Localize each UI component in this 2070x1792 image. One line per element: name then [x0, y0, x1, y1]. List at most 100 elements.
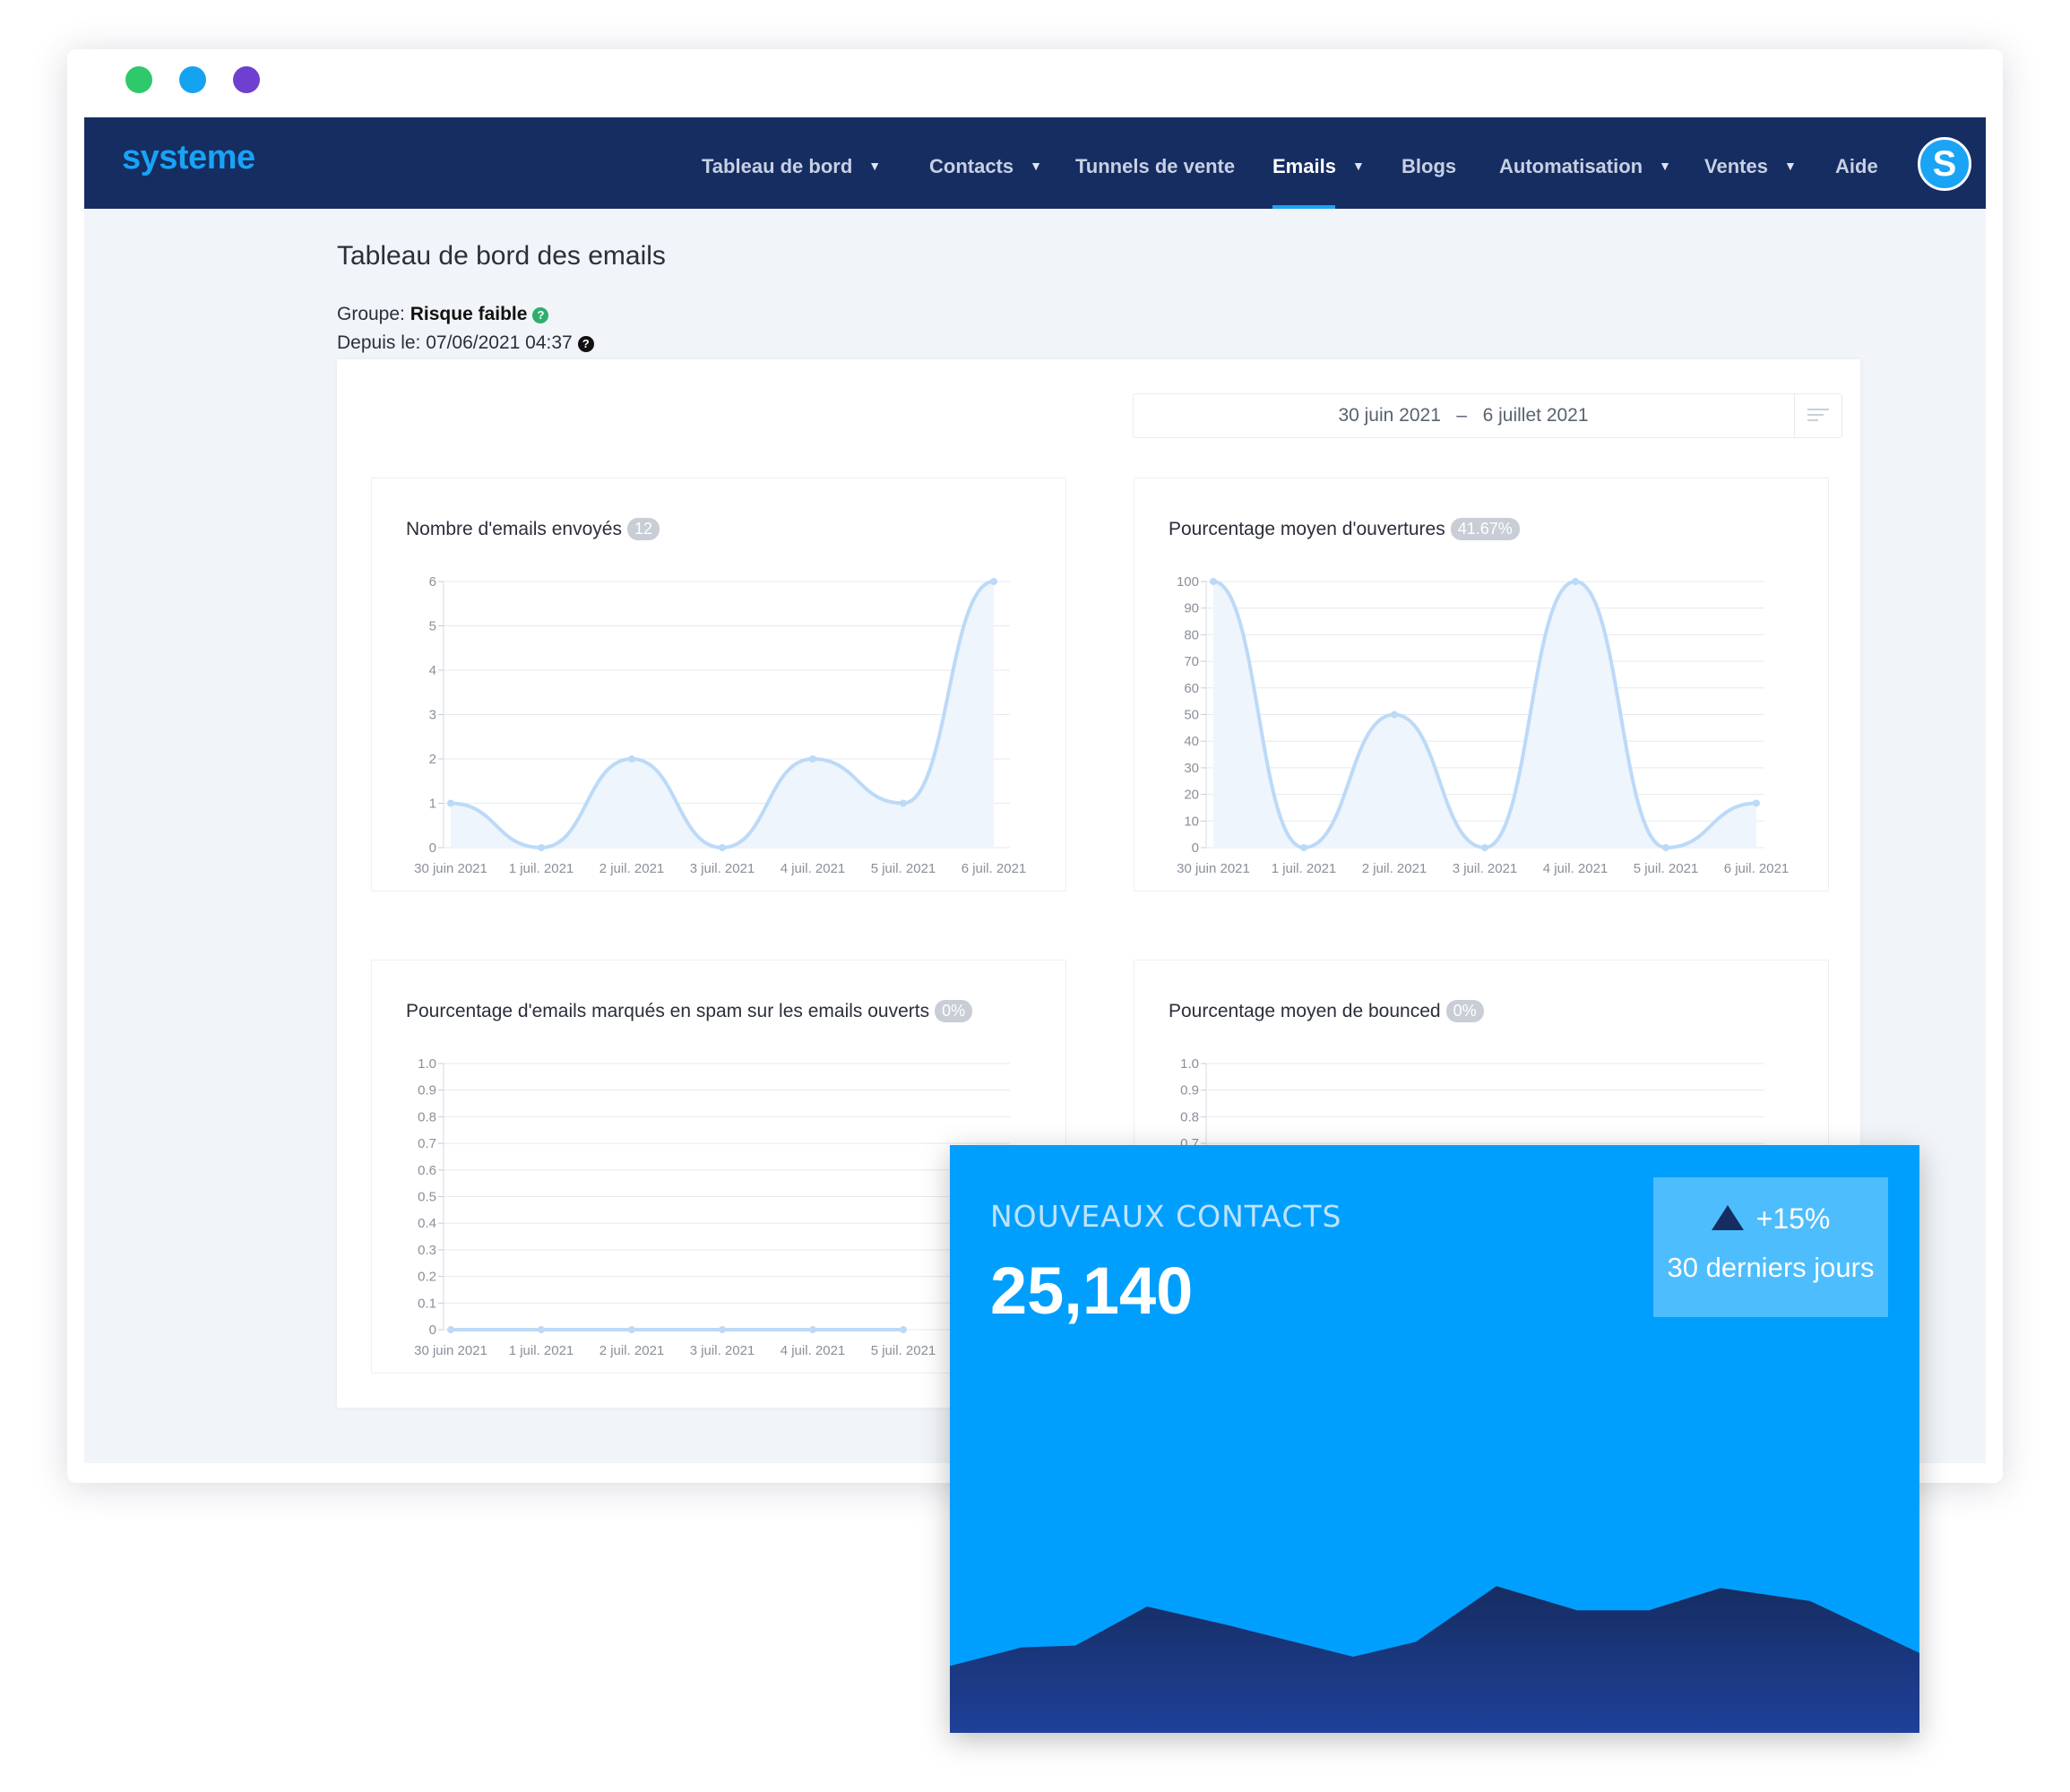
- nav-item-ventes[interactable]: Ventes ▼: [1704, 155, 1797, 178]
- emails-sent-chart: 0 1 2 3 4 5 6 30 juin 2021 1 juil. 2021 2 juil. 2…: [414, 574, 1027, 876]
- y-tick-label: 0.3: [418, 1243, 436, 1258]
- x-tick-label: 5 juil. 2021: [1634, 861, 1699, 876]
- x-tick-label: 1 juil. 2021: [1272, 861, 1337, 876]
- x-tick-label: 1 juil. 2021: [509, 861, 574, 876]
- date-separator: –: [1456, 405, 1468, 426]
- data-point: [719, 844, 726, 851]
- x-tick-label: 1 juil. 2021: [509, 1343, 574, 1358]
- x-tick-label: 3 juil. 2021: [690, 861, 755, 876]
- question-icon[interactable]: ?: [577, 336, 594, 352]
- y-tick-label: 70: [1184, 654, 1199, 669]
- data-point: [538, 844, 545, 851]
- y-tick-label: 0: [1192, 840, 1199, 856]
- data-point: [1572, 578, 1579, 585]
- y-tick-label: 100: [1177, 574, 1199, 590]
- y-tick-label: 50: [1184, 708, 1199, 723]
- nav-item-tunnels-de-vente[interactable]: Tunnels de vente: [1075, 155, 1235, 178]
- data-point: [900, 1326, 907, 1333]
- change-value: +15%: [1755, 1202, 1831, 1235]
- group-info: Groupe: Risque faible?: [337, 304, 549, 325]
- window-dot-purple[interactable]: [233, 66, 260, 93]
- x-tick-label: 6 juil. 2021: [962, 861, 1027, 876]
- x-tick-label: 2 juil. 2021: [599, 861, 665, 876]
- group-label: Groupe:: [337, 304, 405, 324]
- data-point: [719, 1326, 726, 1333]
- y-tick-label: 0.9: [1180, 1083, 1199, 1098]
- nav-item-emails[interactable]: Emails ▼: [1272, 155, 1365, 178]
- nav-label: Emails: [1272, 155, 1336, 177]
- date-end: 6 juillet 2021: [1482, 405, 1589, 426]
- y-tick-label: 1.0: [418, 1056, 436, 1072]
- nav-item-contacts[interactable]: Contacts ▼: [929, 155, 1042, 178]
- systeme-logo[interactable]: systeme: [122, 139, 255, 177]
- data-point: [447, 1326, 454, 1333]
- x-tick-label: 5 juil. 2021: [871, 861, 936, 876]
- group-value: Risque faible: [410, 304, 528, 324]
- y-tick-label: 0.2: [418, 1270, 436, 1285]
- page-title: Tableau de bord des emails: [337, 241, 666, 271]
- y-tick-label: 1: [429, 797, 436, 812]
- x-tick-label: 30 juin 2021: [414, 1343, 487, 1358]
- data-point: [990, 578, 997, 585]
- nav-label: Tunnels de vente: [1075, 155, 1236, 177]
- data-point: [1481, 844, 1488, 851]
- data-point: [1753, 799, 1760, 807]
- help-icon[interactable]: ?: [532, 307, 549, 323]
- nav-label: Ventes: [1704, 155, 1768, 177]
- y-tick-label: 10: [1184, 814, 1199, 829]
- x-tick-label: 30 juin 2021: [1177, 861, 1250, 876]
- y-tick-label: 40: [1184, 734, 1199, 749]
- data-point: [628, 755, 635, 762]
- user-avatar[interactable]: S: [1918, 137, 1971, 191]
- data-point: [1210, 578, 1217, 585]
- x-tick-label: 4 juil. 2021: [781, 861, 846, 876]
- y-tick-label: 60: [1184, 681, 1199, 696]
- data-point: [1391, 711, 1398, 719]
- y-tick-label: 2: [429, 752, 436, 767]
- y-tick-label: 90: [1184, 601, 1199, 616]
- y-tick-label: 6: [429, 574, 436, 590]
- data-point: [809, 1326, 816, 1333]
- nav-label: Tableau de bord: [702, 155, 853, 177]
- nav-item-automatisation[interactable]: Automatisation ▼: [1499, 155, 1671, 178]
- since-label: Depuis le:: [337, 332, 421, 353]
- y-tick-label: 4: [429, 663, 436, 678]
- change-period: 30 derniers jours: [1667, 1252, 1875, 1283]
- y-tick-label: 1.0: [1180, 1056, 1199, 1072]
- nav-item-blogs[interactable]: Blogs: [1402, 155, 1456, 178]
- x-tick-label: 4 juil. 2021: [1543, 861, 1609, 876]
- chart-card-emails-sent: Nombre d'emails envoyés 12 0 1 2 3 4 5 6 30 juin…: [371, 478, 1066, 892]
- chevron-down-icon: ▼: [868, 159, 882, 173]
- date-range-picker[interactable]: 30 juin 2021 – 6 juillet 2021: [1133, 393, 1842, 438]
- x-tick-label: 30 juin 2021: [414, 861, 487, 876]
- filter-icon[interactable]: [1794, 394, 1841, 437]
- nav-label: Contacts: [929, 155, 1014, 177]
- y-tick-label: 0: [429, 840, 436, 856]
- data-point: [900, 799, 907, 807]
- new-contacts-card: NOUVEAUX CONTACTS 25,140 +15% 30 dernier…: [950, 1145, 1919, 1733]
- y-tick-label: 3: [429, 708, 436, 723]
- since-info: Depuis le: 07/06/2021 04:37?: [337, 332, 594, 354]
- date-range-text: 30 juin 2021 – 6 juillet 2021: [1134, 394, 1793, 437]
- y-tick-label: 0.9: [418, 1083, 436, 1098]
- nav-item-aide[interactable]: Aide: [1835, 155, 1878, 178]
- x-tick-label: 3 juil. 2021: [690, 1343, 755, 1358]
- data-point: [1300, 844, 1307, 851]
- y-tick-label: 80: [1184, 627, 1199, 642]
- window-dot-green[interactable]: [125, 66, 152, 93]
- x-tick-label: 3 juil. 2021: [1453, 861, 1518, 876]
- x-tick-label: 5 juil. 2021: [871, 1343, 936, 1358]
- top-navbar: systeme Tableau de bord ▼ Contacts ▼ Tunne…: [84, 117, 1986, 209]
- chevron-down-icon: ▼: [1783, 159, 1797, 173]
- y-tick-label: 0.8: [418, 1109, 436, 1124]
- y-tick-label: 20: [1184, 788, 1199, 803]
- nav-item-tableau-de-bord[interactable]: Tableau de bord ▼: [702, 155, 881, 178]
- chevron-down-icon: ▼: [1659, 159, 1671, 173]
- y-tick-label: 0.1: [418, 1296, 436, 1311]
- y-tick-label: 0.8: [1180, 1109, 1199, 1124]
- area-series: [950, 1586, 1919, 1733]
- data-point: [447, 799, 454, 807]
- chart-card-open-rate: Pourcentage moyen d'ouvertures 41.67% 0 10…: [1134, 478, 1829, 892]
- window-dot-blue[interactable]: [179, 66, 206, 93]
- y-tick-label: 0: [429, 1322, 436, 1338]
